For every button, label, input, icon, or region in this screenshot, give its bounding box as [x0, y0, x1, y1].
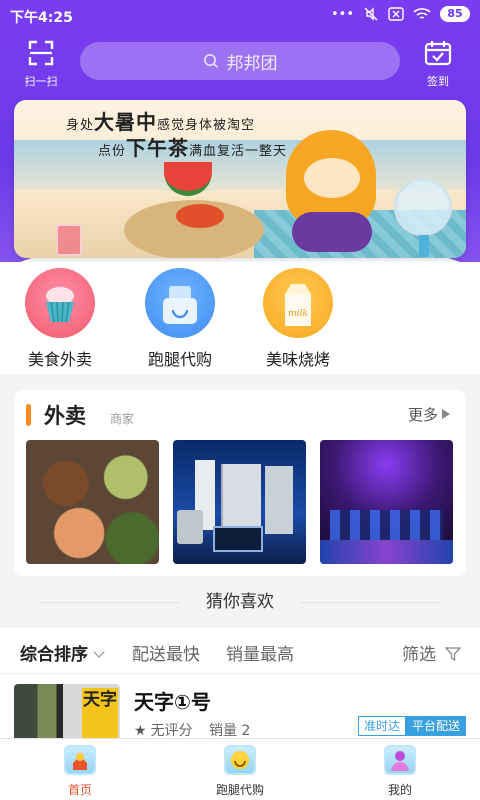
wifi-icon — [413, 8, 431, 19]
shop-thumbnail: 天字 — [14, 684, 120, 744]
milk-carton-icon: milk — [263, 268, 333, 338]
shop-list-item[interactable]: 天字 天字①号 ★ 无评分 销量 2 准时达 平台配送 — [0, 674, 480, 744]
filter-icon — [444, 647, 462, 662]
shopping-bag-icon — [145, 268, 215, 338]
calendar-check-icon — [424, 41, 452, 66]
sort-default-label: 综合排序 — [20, 645, 88, 665]
star-icon: ★ — [134, 723, 147, 739]
tab-label: 首页 — [67, 783, 92, 797]
section-subtitle: 商家 — [110, 412, 135, 426]
shop-rating: 无评分 — [150, 723, 193, 739]
tab-label: 跑腿代购 — [215, 783, 264, 797]
search-icon — [203, 54, 218, 69]
bottom-tab-bar: 首页 跑腿代购 我的 — [0, 738, 480, 800]
scan-label: 扫一扫 — [24, 75, 58, 88]
watermelon-icon — [164, 162, 212, 196]
filter-label: 筛选 — [402, 645, 436, 665]
more-label: 更多 — [407, 406, 438, 424]
entry-label: 跑腿代购 — [147, 350, 212, 369]
entry-label: 美食外卖 — [27, 350, 92, 369]
fan-icon — [394, 178, 452, 236]
fan-stand — [419, 235, 429, 257]
fridge — [221, 464, 261, 534]
chevron-down-icon — [93, 646, 105, 658]
cow-body — [292, 212, 372, 252]
cupcake-icon — [25, 268, 95, 338]
entry-errand[interactable]: 跑腿代购 — [130, 268, 230, 370]
entry-label: 美味烧烤 — [265, 350, 330, 369]
search-placeholder: 邦邦团 — [226, 53, 278, 74]
ktv-floor — [320, 540, 453, 564]
shop-image-dishes[interactable] — [26, 440, 159, 564]
shop-name: 天字①号 — [134, 690, 211, 714]
shop-image-ktv[interactable] — [320, 440, 453, 564]
status-bar: 下午4:25 ••• 85 — [0, 0, 480, 32]
banner-line-1: 身处大暑中感觉身体被淘空 — [66, 106, 255, 135]
sort-bar: 综合排序 配送最快 销量最高 筛选 — [0, 628, 480, 674]
home-tab-icon — [64, 745, 96, 775]
takeaway-section: 外卖 商家 更多 — [14, 390, 466, 576]
quick-entries: 美食外卖 跑腿代购 milk 美味烧烤 — [0, 262, 480, 374]
top-header: 扫一扫 邦邦团 签到 — [0, 38, 480, 88]
tab-label: 我的 — [387, 783, 412, 797]
banner-line-1-a: 身处 — [66, 118, 95, 133]
tag-platform-delivery: 平台配送 — [406, 716, 467, 736]
scan-button[interactable]: 扫一扫 — [18, 40, 64, 89]
entry-bbq[interactable]: milk 美味烧烤 — [248, 268, 348, 370]
shop-image-appliances[interactable] — [173, 440, 306, 564]
filter-button[interactable]: 筛选 — [402, 640, 462, 665]
tab-mine[interactable]: 我的 — [352, 745, 448, 798]
promo-banner[interactable]: 身处大暑中感觉身体被淘空 点份下午茶满血复活一整天 — [14, 100, 466, 258]
dots-icon: ••• — [330, 6, 354, 22]
tab-errand[interactable]: 跑腿代购 — [192, 745, 288, 798]
sort-fastest[interactable]: 配送最快 — [132, 640, 200, 665]
drink-glass-icon — [56, 224, 82, 256]
more-link[interactable]: 更多 — [408, 404, 450, 425]
banner-line-2-b: 下午茶 — [126, 136, 190, 160]
app-screen: 下午4:25 ••• 85 扫一扫 邦邦团 签到 身处大暑中感觉身体被淘空 点份… — [0, 0, 480, 800]
status-icons: ••• 85 — [331, 6, 470, 22]
sim-off-icon — [388, 7, 404, 21]
section-title: 外卖 — [44, 404, 86, 428]
tab-home[interactable]: 首页 — [32, 745, 128, 798]
sort-default[interactable]: 综合排序 — [20, 640, 105, 665]
entry-food-delivery[interactable]: 美食外卖 — [10, 268, 110, 370]
crab-icon — [176, 204, 224, 228]
ktv-seats — [330, 510, 443, 540]
tag-on-time: 准时达 — [358, 716, 407, 736]
shop-sign: 天字 — [82, 688, 118, 738]
battery-icon: 85 — [440, 6, 470, 22]
scan-icon — [28, 40, 54, 66]
sort-sales[interactable]: 销量最高 — [226, 640, 294, 665]
profile-tab-icon — [384, 745, 416, 775]
banner-line-2: 点份下午茶满血复活一整天 — [98, 132, 287, 161]
svg-text:milk: milk — [288, 309, 308, 319]
fridge-2 — [265, 466, 293, 534]
banner-line-2-c: 满血复活一整天 — [189, 144, 288, 159]
arrow-right-icon — [442, 409, 450, 419]
status-time: 下午4:25 — [10, 10, 73, 26]
errand-tab-icon — [224, 745, 256, 775]
shop-meta: ★ 无评分 销量 2 — [134, 720, 250, 740]
tv — [213, 526, 263, 552]
mute-icon — [364, 7, 378, 21]
shop-sales: 销量 2 — [209, 723, 251, 739]
banner-line-1-c: 感觉身体被淘空 — [157, 118, 256, 133]
banner-line-1-b: 大暑中 — [94, 110, 158, 134]
divider-right — [300, 602, 440, 603]
washer — [177, 510, 203, 544]
signin-button[interactable]: 签到 — [418, 40, 458, 89]
banner-line-2-a: 点份 — [98, 144, 127, 159]
cow-face — [304, 158, 360, 198]
search-bar[interactable]: 邦邦团 — [80, 42, 400, 80]
signin-label: 签到 — [427, 75, 449, 88]
section-accent-bar — [26, 404, 31, 426]
